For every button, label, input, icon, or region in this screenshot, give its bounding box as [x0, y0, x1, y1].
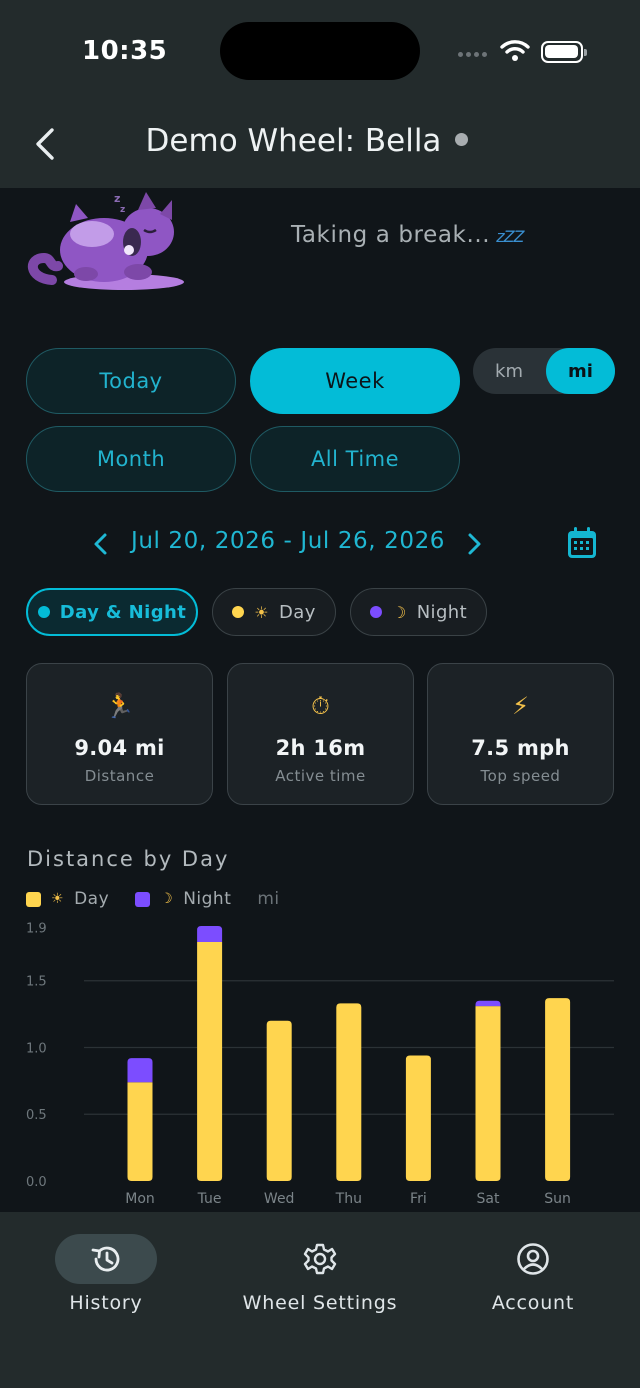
- tab-account[interactable]: Account: [433, 1212, 633, 1322]
- bar-day-fri: [405, 1055, 431, 1181]
- bar-day-sun: [545, 998, 571, 1181]
- tab-history[interactable]: History: [6, 1212, 206, 1322]
- wheel-name: Demo Wheel: Bella: [145, 123, 442, 159]
- previous-week-button[interactable]: [88, 530, 114, 558]
- x-tick-label: Wed: [264, 1191, 295, 1207]
- range-tab-month[interactable]: Month: [26, 426, 236, 492]
- x-tick-label: Sun: [544, 1191, 571, 1207]
- range-tab-all-time[interactable]: All Time: [250, 426, 460, 492]
- filter-dot: [232, 606, 245, 618]
- filter-day-and-night[interactable]: Day & Night: [26, 588, 198, 636]
- stopwatch-icon: ⏱: [311, 692, 330, 720]
- y-tick-label: 1.0: [26, 1041, 47, 1056]
- y-tick-label: 0.5: [26, 1108, 47, 1123]
- x-tick-label: Sat: [477, 1191, 500, 1207]
- gear-icon: [269, 1234, 371, 1284]
- mascot-message: Taking a break... zZZ: [291, 222, 525, 248]
- filter-dot: [37, 606, 50, 618]
- x-tick-label: Thu: [335, 1191, 362, 1207]
- range-tab-today[interactable]: Today: [26, 348, 236, 414]
- next-week-button[interactable]: [461, 530, 487, 558]
- x-tick-label: Tue: [197, 1191, 222, 1207]
- distance-by-day-chart: 0.0 0.5 1.0 1.5 1.9 Mon Tue Wed Thu Fri Sat Sun: [26, 921, 614, 1207]
- bar-day-mon: [127, 1082, 153, 1181]
- sun-icon: ☀: [254, 602, 269, 622]
- bar-day-tue: [197, 942, 223, 1181]
- runner-icon: 🏃: [104, 692, 135, 720]
- stat-label: Top speed: [480, 767, 561, 785]
- unit-mi-option[interactable]: mi: [546, 348, 615, 394]
- stat-card-active-time: ⏱ 2h 16m Active time: [227, 663, 414, 805]
- range-tab-week[interactable]: Week: [250, 348, 460, 414]
- sun-icon: ☀: [51, 891, 65, 907]
- x-tick-label: Fri: [410, 1191, 427, 1207]
- stat-card-top-speed: ⚡ 7.5 mph Top speed: [427, 663, 614, 805]
- tab-label: Account: [491, 1292, 575, 1314]
- legend-day-swatch: [26, 891, 41, 907]
- status-time: 10:35: [82, 36, 168, 66]
- calendar-icon[interactable]: [566, 526, 598, 560]
- unit-km-option[interactable]: km: [473, 348, 545, 394]
- chart-title: Distance by Day: [27, 847, 230, 871]
- battery-icon: [541, 41, 587, 63]
- legend-night-swatch: [135, 891, 151, 907]
- y-tick-label: 1.5: [26, 975, 47, 990]
- bar-night-sat: [475, 1000, 501, 1007]
- date-range-label[interactable]: Jul 20, 2026 - Jul 26, 2026: [120, 528, 456, 554]
- moon-icon: ☽: [391, 602, 407, 622]
- sleeping-cat-mascot: z z: [28, 192, 184, 290]
- sleep-zzz-icon: zZZ: [496, 227, 524, 246]
- bar-day-sat: [475, 1006, 501, 1181]
- dynamic-island: [220, 22, 420, 80]
- y-tick-label: 0.0: [26, 1175, 47, 1190]
- legend-unit-label: mi: [257, 889, 280, 909]
- filter-dot: [369, 606, 382, 618]
- stat-value: 7.5 mph: [471, 736, 570, 760]
- moon-icon: ☽: [160, 891, 174, 907]
- bar-day-wed: [266, 1020, 292, 1181]
- stat-value: 2h 16m: [275, 736, 366, 760]
- chart-legend: ☀ Day ☽ Night mi: [26, 889, 280, 909]
- x-tick-label: Mon: [125, 1191, 155, 1207]
- stat-value: 9.04 mi: [74, 736, 165, 760]
- connection-status-dot: [455, 133, 469, 146]
- y-tick-label: 1.9: [26, 921, 47, 936]
- filter-day[interactable]: ☀ Day: [212, 588, 336, 636]
- filter-night[interactable]: ☽ Night: [350, 588, 487, 636]
- stat-label: Distance: [84, 767, 155, 785]
- svg-text:z: z: [120, 205, 125, 215]
- bar-night-mon: [127, 1058, 153, 1083]
- unit-toggle: km mi: [473, 348, 615, 394]
- lightning-icon: ⚡: [512, 692, 529, 720]
- stat-card-distance: 🏃 9.04 mi Distance: [26, 663, 213, 805]
- bar-night-tue: [197, 926, 223, 943]
- legend-day-label: Day: [74, 889, 110, 909]
- top-bar: 10:35 Demo Wheel: Bella: [0, 0, 640, 188]
- signal-icon: [458, 52, 487, 57]
- history-icon: [55, 1234, 157, 1284]
- account-icon: [482, 1234, 584, 1284]
- bar-day-thu: [336, 1003, 362, 1181]
- tab-wheel-settings[interactable]: Wheel Settings: [220, 1212, 420, 1322]
- page-title: Demo Wheel: Bella: [0, 123, 614, 159]
- svg-text:z: z: [114, 192, 120, 205]
- legend-night-label: Night: [183, 889, 232, 909]
- stat-label: Active time: [275, 767, 366, 785]
- tab-label: History: [69, 1292, 143, 1314]
- wifi-icon: [500, 40, 530, 61]
- bottom-tab-bar: History Wheel Settings Account: [0, 1212, 640, 1388]
- tab-label: Wheel Settings: [242, 1292, 398, 1314]
